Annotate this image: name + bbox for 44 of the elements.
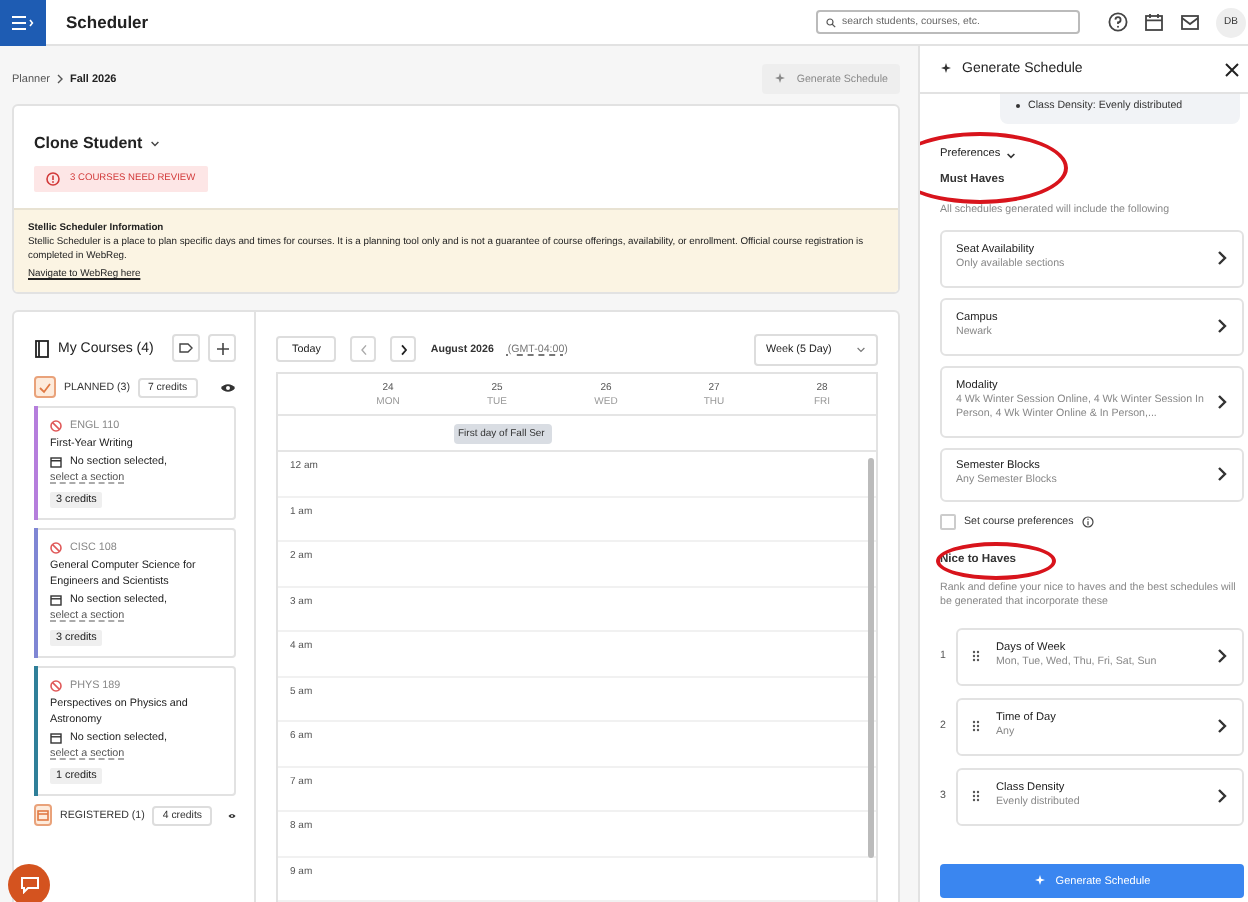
chevron-right-icon — [1216, 318, 1228, 334]
next-button[interactable] — [390, 336, 417, 362]
chevron-right-icon — [399, 343, 408, 355]
sparkle-icon — [774, 72, 789, 86]
calendar-icon — [50, 594, 62, 606]
warning-icon — [50, 542, 62, 554]
tag-button[interactable] — [172, 334, 200, 362]
menu-icon — [12, 15, 34, 29]
calendar-icon — [50, 732, 62, 744]
drag-handle-icon[interactable] — [972, 790, 980, 802]
chevron-right-icon — [1216, 466, 1228, 482]
sparkle-icon — [1033, 874, 1048, 888]
drag-handle-icon[interactable] — [972, 650, 980, 662]
info-icon — [1081, 515, 1094, 527]
add-button[interactable] — [208, 334, 236, 362]
search-icon — [826, 17, 836, 27]
calendar-icon[interactable] — [1144, 12, 1164, 32]
tag-icon — [178, 342, 194, 354]
sparkle-icon — [940, 62, 954, 76]
close-button[interactable] — [1224, 61, 1240, 77]
drag-handle-icon[interactable] — [972, 720, 980, 732]
eye-icon[interactable] — [220, 381, 236, 393]
chat-icon — [19, 876, 39, 894]
chevron-down-icon — [856, 345, 866, 353]
plus-icon — [215, 341, 229, 355]
chevron-right-icon — [1216, 250, 1228, 266]
warning-icon — [50, 420, 62, 432]
mail-icon[interactable] — [1180, 12, 1200, 32]
help-icon[interactable] — [1108, 12, 1128, 32]
chevron-right-icon — [1216, 788, 1228, 804]
alert-icon — [46, 172, 60, 186]
app-title: Scheduler — [66, 12, 151, 32]
chevron-right-icon — [1216, 718, 1228, 734]
warning-icon — [50, 680, 62, 692]
chevron-right-icon — [1216, 648, 1228, 664]
chevron-down-icon — [150, 139, 161, 147]
checkbox[interactable] — [940, 513, 956, 529]
menu-button[interactable] — [0, 0, 46, 45]
book-icon — [34, 339, 50, 357]
chevron-left-icon — [359, 343, 368, 355]
chevron-right-icon — [55, 74, 64, 84]
chevron-right-icon — [1216, 393, 1228, 409]
calendar-icon — [50, 456, 62, 468]
student-selector[interactable]: Clone Student — [34, 134, 161, 152]
